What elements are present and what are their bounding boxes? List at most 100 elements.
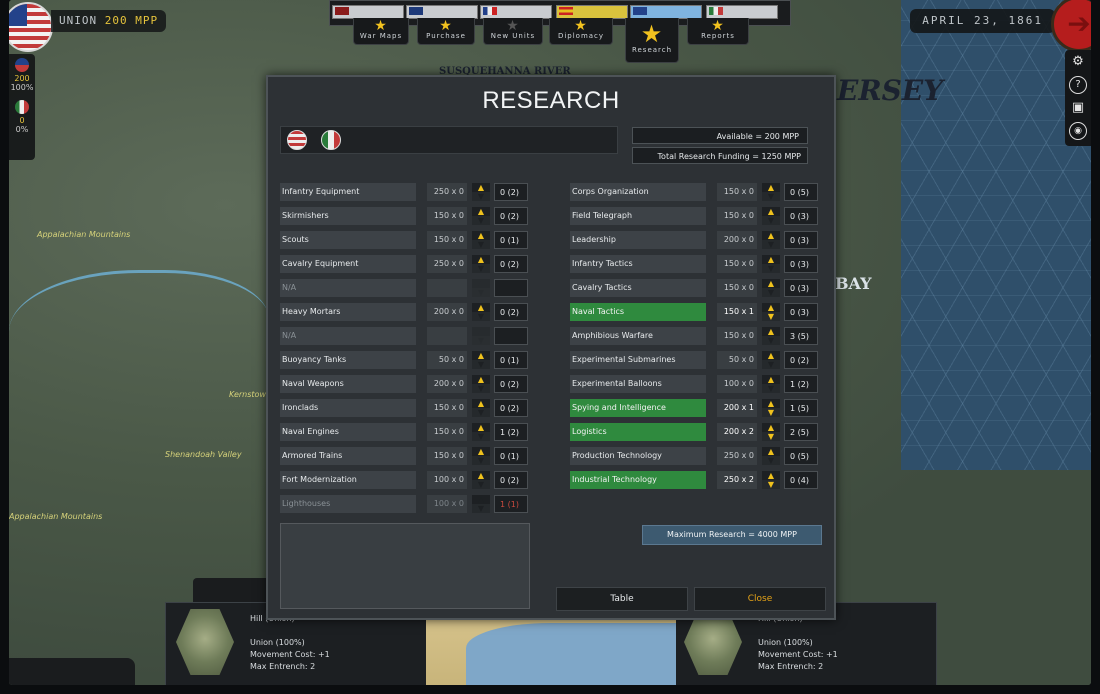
research-spinner: ▲ ▼ (472, 255, 490, 273)
tab-new-units[interactable]: ★ New Units (483, 18, 543, 45)
bottom-left-panel (9, 658, 135, 685)
decrease-arrow-icon: ▼ (762, 360, 780, 369)
increase-arrow-icon[interactable]: ▲ (472, 351, 490, 360)
increase-arrow-icon[interactable]: ▲ (762, 231, 780, 240)
research-level: 0 (2) (494, 183, 528, 201)
increase-arrow-icon[interactable]: ▲ (472, 399, 490, 408)
research-cost: 250 x 0 (427, 183, 467, 201)
stat-value: 200 (14, 74, 30, 83)
increase-arrow-icon[interactable]: ▲ (762, 207, 780, 216)
decrease-arrow-icon: ▼ (472, 216, 490, 225)
mexico-flag-icon[interactable] (321, 130, 341, 150)
research-cost: 150 x 0 (427, 399, 467, 417)
tab-label: Reports (701, 32, 735, 40)
us-mini-flag-icon[interactable] (15, 58, 29, 72)
research-name: Naval Engines (280, 423, 416, 441)
tab-purchase[interactable]: ★ Purchase (417, 18, 475, 45)
increase-arrow-icon[interactable]: ▲ (472, 183, 490, 192)
research-name: N/A (280, 327, 416, 345)
mini-map-water (466, 623, 676, 685)
decrease-arrow-icon: ▼ (472, 312, 490, 321)
side-stats-panel: 200 100% 0 0% (9, 54, 35, 160)
research-level: 3 (5) (784, 327, 818, 345)
hex-entrench: Max Entrench: 2 (250, 662, 316, 671)
hex-movement: Movement Cost: +1 (250, 650, 330, 659)
research-name: Heavy Mortars (280, 303, 416, 321)
increase-arrow-icon[interactable]: ▲ (472, 207, 490, 216)
research-cost: 250 x 0 (717, 447, 757, 465)
increase-arrow-icon[interactable]: ▲ (762, 255, 780, 264)
increase-arrow-icon[interactable]: ▲ (472, 303, 490, 312)
tab-reports[interactable]: ★ Reports (687, 18, 749, 45)
tab-diplomacy[interactable]: ★ Diplomacy (549, 18, 613, 45)
research-spinner: ▲ ▼ (762, 255, 780, 273)
decrease-arrow-icon[interactable]: ▼ (762, 480, 780, 489)
increase-arrow-icon[interactable]: ▲ (762, 327, 780, 336)
union-flag-icon[interactable] (287, 130, 307, 150)
increase-arrow-icon[interactable]: ▲ (762, 303, 780, 312)
increase-arrow-icon[interactable]: ▲ (472, 231, 490, 240)
research-name: Naval Tactics (570, 303, 706, 321)
research-spinner: ▲ ▼ (472, 447, 490, 465)
tab-research[interactable]: ★ Research (625, 18, 679, 63)
flag-strip (480, 5, 552, 19)
increase-arrow-icon[interactable]: ▲ (762, 351, 780, 360)
research-name: Industrial Technology (570, 471, 706, 489)
research-spinner: ▲ ▼ (472, 279, 490, 297)
research-spinner: ▲ ▼ (472, 303, 490, 321)
decrease-arrow-icon: ▼ (472, 504, 490, 513)
research-cost: 50 x 0 (717, 351, 757, 369)
arrow-right-icon: ➔ (1067, 7, 1091, 40)
increase-arrow-icon[interactable]: ▲ (762, 471, 780, 480)
research-spinner: ▲ ▼ (472, 231, 490, 249)
research-level: 0 (3) (784, 207, 818, 225)
map-label-kernstown: Kernstown (229, 390, 272, 399)
research-spinner: ▲ ▼ (762, 351, 780, 369)
mexico-mini-flag-icon[interactable] (15, 100, 29, 114)
research-cost: 250 x 0 (427, 255, 467, 273)
star-icon: ★ (506, 18, 520, 34)
decrease-arrow-icon[interactable]: ▼ (762, 408, 780, 417)
increase-arrow-icon[interactable]: ▲ (762, 279, 780, 288)
increase-arrow-icon[interactable]: ▲ (762, 423, 780, 432)
increase-arrow-icon[interactable]: ▲ (762, 183, 780, 192)
research-cost: 150 x 0 (427, 423, 467, 441)
research-spinner: ▲ ▼ (762, 447, 780, 465)
total-research-funding: Total Research Funding = 1250 MPP (632, 147, 808, 164)
increase-arrow-icon[interactable]: ▲ (472, 447, 490, 456)
decrease-arrow-icon: ▼ (762, 384, 780, 393)
research-level: 0 (4) (784, 471, 818, 489)
research-level: 0 (2) (494, 303, 528, 321)
increase-arrow-icon[interactable]: ▲ (472, 423, 490, 432)
decrease-arrow-icon[interactable]: ▼ (762, 312, 780, 321)
decrease-arrow-icon[interactable]: ▼ (762, 432, 780, 441)
research-name: Scouts (280, 231, 416, 249)
maximum-research: Maximum Research = 4000 MPP (642, 525, 822, 545)
tab-war-maps[interactable]: ★ War Maps (353, 18, 409, 45)
increase-arrow-icon[interactable]: ▲ (762, 399, 780, 408)
stat-value: 0 (19, 116, 25, 125)
decrease-arrow-icon: ▼ (472, 432, 490, 441)
river-line (9, 270, 269, 393)
research-cost: 150 x 0 (427, 447, 467, 465)
settings-icon[interactable]: ◉ (1069, 122, 1087, 140)
research-name: N/A (280, 279, 416, 297)
increase-arrow-icon[interactable]: ▲ (472, 375, 490, 384)
table-button[interactable]: Table (556, 587, 688, 611)
hex-info-right: Hill (Union) Union (100%) Movement Cost:… (758, 613, 838, 673)
research-cost: 200 x 0 (427, 375, 467, 393)
increase-arrow-icon[interactable]: ▲ (472, 471, 490, 480)
increase-arrow-icon[interactable]: ▲ (762, 375, 780, 384)
help-icon[interactable]: ? (1069, 76, 1087, 94)
increase-arrow-icon[interactable]: ▲ (762, 447, 780, 456)
research-name: Cavalry Equipment (280, 255, 416, 273)
save-icon[interactable]: ▣ (1070, 100, 1086, 116)
research-level: 0 (2) (494, 207, 528, 225)
gear-icon[interactable]: ⚙ (1070, 54, 1086, 70)
hex-movement: Movement Cost: +1 (758, 650, 838, 659)
increase-arrow-icon[interactable]: ▲ (472, 255, 490, 264)
research-cost: 200 x 1 (717, 399, 757, 417)
research-cost (427, 279, 467, 297)
close-button[interactable]: Close (694, 587, 826, 611)
research-name: Experimental Balloons (570, 375, 706, 393)
